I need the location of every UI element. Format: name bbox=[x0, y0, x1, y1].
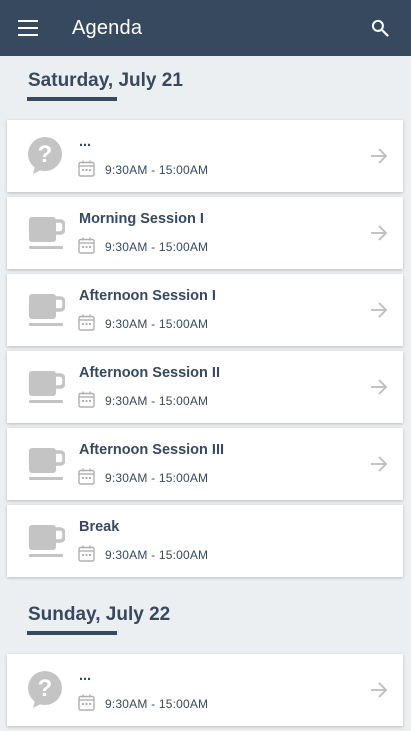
session-card[interactable]: ?... 9:30AM - 15:00AM bbox=[7, 120, 403, 192]
calendar-icon bbox=[78, 160, 95, 177]
session-time: 9:30AM - 15:00AM bbox=[105, 163, 209, 177]
coffee-icon bbox=[27, 521, 66, 561]
session-time: 9:30AM - 15:00AM bbox=[105, 317, 209, 331]
menu-icon[interactable] bbox=[18, 20, 38, 36]
arrow-right-icon[interactable] bbox=[369, 378, 389, 396]
session-title: ... bbox=[79, 134, 92, 150]
session-time: 9:30AM - 15:00AM bbox=[105, 548, 209, 562]
calendar-icon bbox=[78, 694, 95, 711]
session-card[interactable]: Afternoon Session III 9:30AM - 15:00AM bbox=[7, 428, 403, 500]
session-card[interactable]: ?... 9:30AM - 15:00AM bbox=[7, 654, 403, 726]
session-title: Afternoon Session I bbox=[79, 288, 216, 304]
session-time: 9:30AM - 15:00AM bbox=[105, 471, 209, 485]
page-title: Agenda bbox=[72, 17, 143, 39]
coffee-icon bbox=[27, 444, 66, 484]
day-label: Sunday, July 22 bbox=[28, 604, 171, 625]
question-icon: ? bbox=[27, 670, 65, 710]
session-title: ... bbox=[79, 668, 92, 684]
arrow-right-icon[interactable] bbox=[369, 301, 389, 319]
calendar-icon bbox=[78, 391, 95, 408]
session-title: Afternoon Session II bbox=[79, 365, 220, 381]
agenda-list: Saturday, July 21?... 9:30AM - 15:00AM Mor… bbox=[0, 56, 411, 731]
day-header: Saturday, July 21 bbox=[0, 56, 411, 120]
day-label: Saturday, July 21 bbox=[28, 70, 183, 91]
arrow-right-icon[interactable] bbox=[369, 147, 389, 165]
calendar-icon bbox=[78, 314, 95, 331]
session-card[interactable]: Break 9:30AM - 15:00AM bbox=[7, 505, 403, 577]
session-title: Break bbox=[79, 519, 120, 535]
arrow-right-icon[interactable] bbox=[369, 455, 389, 473]
search-icon[interactable] bbox=[370, 18, 390, 38]
arrow-right-icon[interactable] bbox=[369, 681, 389, 699]
session-card[interactable]: Afternoon Session I 9:30AM - 15:00AM bbox=[7, 274, 403, 346]
session-card[interactable]: Morning Session I 9:30AM - 15:00AM bbox=[7, 197, 403, 269]
question-icon: ? bbox=[27, 136, 65, 176]
day-underline bbox=[27, 97, 117, 101]
calendar-icon bbox=[78, 468, 95, 485]
coffee-icon bbox=[27, 213, 66, 253]
day-underline bbox=[27, 631, 117, 635]
calendar-icon bbox=[78, 237, 95, 254]
day-header: Sunday, July 22 bbox=[0, 590, 411, 654]
svg-text:?: ? bbox=[38, 675, 53, 702]
session-title: Morning Session I bbox=[79, 211, 204, 227]
session-time: 9:30AM - 15:00AM bbox=[105, 697, 209, 711]
svg-text:?: ? bbox=[38, 141, 53, 168]
calendar-icon bbox=[78, 545, 95, 562]
session-time: 9:30AM - 15:00AM bbox=[105, 240, 209, 254]
app-bar: Agenda bbox=[0, 0, 411, 56]
session-time: 9:30AM - 15:00AM bbox=[105, 394, 209, 408]
coffee-icon bbox=[27, 290, 66, 330]
session-card[interactable]: Afternoon Session II 9:30AM - 15:00AM bbox=[7, 351, 403, 423]
arrow-right-icon[interactable] bbox=[369, 224, 389, 242]
coffee-icon bbox=[27, 367, 66, 407]
session-title: Afternoon Session III bbox=[79, 442, 225, 458]
